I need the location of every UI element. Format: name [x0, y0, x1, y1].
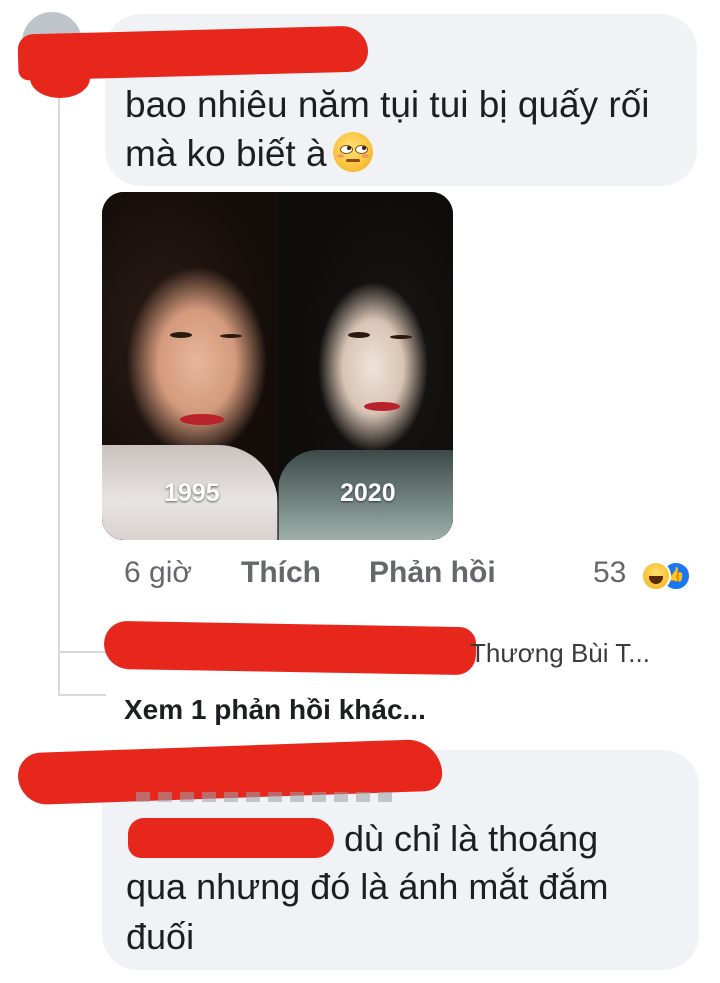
thread-line-branch-reply: [58, 651, 106, 653]
reaction-count[interactable]: 53: [593, 556, 626, 590]
redaction-mark: [30, 58, 90, 98]
reply-link[interactable]: Phản hồi: [369, 556, 496, 590]
comment-time: 6 giờ: [124, 556, 193, 589]
comment-text-content: bao nhiêu năm tụi tui bị quấy rối mà ko …: [125, 84, 650, 174]
comment-text-rest: qua nhưng đó là ánh mắt đắm đuối: [126, 866, 609, 957]
photo-label-right: 2020: [340, 479, 396, 507]
reaction-icons[interactable]: [641, 561, 697, 591]
haha-icon: [641, 561, 671, 591]
redaction-mark: [103, 620, 477, 676]
photo-label-left: 1995: [164, 479, 220, 507]
commenter-name-remnant: [136, 792, 396, 802]
thread-line-vertical: [58, 90, 60, 695]
smirking-face-icon: [332, 132, 373, 172]
like-link[interactable]: Thích: [241, 556, 321, 590]
comment-text: bao nhiêu năm tụi tui bị quấy rối mà ko …: [125, 80, 685, 178]
comment-photo[interactable]: 1995 2020: [102, 192, 453, 540]
view-more-replies-link[interactable]: Xem 1 phản hồi khác...: [124, 694, 426, 726]
thread-line-branch-more: [58, 694, 106, 696]
redaction-mark: [128, 818, 334, 858]
comment-text-line1: dù chỉ là thoáng: [344, 818, 599, 859]
reply-preview-text[interactable]: Thương Bùi T...: [470, 638, 650, 669]
